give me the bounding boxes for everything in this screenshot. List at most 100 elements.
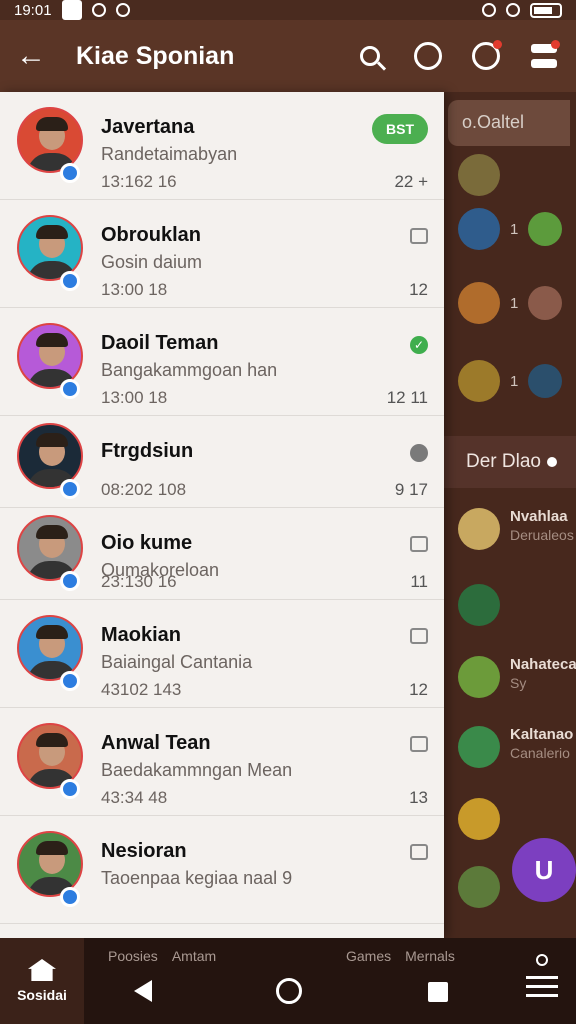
avatar <box>528 286 563 320</box>
unread-count: 12 <box>409 280 428 299</box>
floating-action-button[interactable]: U <box>512 838 576 902</box>
verified-badge-icon <box>60 779 80 799</box>
avatar-hair <box>36 525 68 539</box>
message-icon <box>410 844 428 860</box>
contact-row[interactable]: Maokian Baiaingal Cantania 43102 143 12 <box>0 600 444 708</box>
avatar <box>458 508 500 550</box>
background-row <box>458 154 500 196</box>
contact-row[interactable]: Anwal Tean Baedakammngan Mean 43:34 48 13 <box>0 708 444 816</box>
section-label: Der Dlao <box>466 451 541 472</box>
notification-icon <box>61 0 82 20</box>
contact-preview: Baedakammngan Mean <box>101 760 293 780</box>
avatar-hair <box>36 433 68 447</box>
contact-name: Nesioran <box>101 840 187 862</box>
avatar <box>458 154 500 196</box>
contact-name: Javertana <box>101 116 195 138</box>
contact-list: Javertana Randetaimabyan 13:162 16 BST 22 + … <box>0 92 444 938</box>
contact-row[interactable]: Javertana Randetaimabyan 13:162 16 BST 22 + <box>0 92 444 200</box>
background-section-header: Der Dlao <box>444 436 576 488</box>
verified-badge-icon <box>60 271 80 291</box>
tab-poosies[interactable]: Poosies <box>108 948 158 964</box>
app-icon-2 <box>115 3 130 17</box>
contact-name: Anwal Tean <box>101 732 211 754</box>
avatar <box>458 584 500 626</box>
tab-games[interactable]: Games <box>346 948 391 964</box>
unread-count: 12 11 <box>386 388 428 407</box>
background-item[interactable]: Nahateca Sy <box>458 656 576 698</box>
avatar-hair <box>36 117 68 131</box>
status-bar: 19:01 <box>0 0 576 20</box>
status-button[interactable] <box>412 40 444 72</box>
recents-square-icon <box>428 982 448 1002</box>
contact-name: Oio kume <box>101 532 193 554</box>
avatar <box>458 798 500 840</box>
chat-button[interactable] <box>470 40 502 72</box>
background-search-field[interactable]: o.Oaltel <box>448 100 570 146</box>
back-arrow-icon[interactable]: ← <box>16 39 56 73</box>
background-row <box>458 866 500 908</box>
unread-count: 9 17 <box>394 480 428 499</box>
search-button[interactable] <box>354 40 386 72</box>
contact-row[interactable]: Oio kume Oumakoreloan 23:130 16 11 <box>0 508 444 600</box>
verified-badge-icon <box>60 379 80 399</box>
message-icon <box>410 628 428 644</box>
unread-count: 12 <box>409 680 428 699</box>
contact-row[interactable]: Obrouklan Gosin daium 13:00 18 12 <box>0 200 444 308</box>
location-icon <box>536 954 548 966</box>
recents-button[interactable] <box>428 982 448 1002</box>
item-sub: Derualeos <box>510 527 574 543</box>
status-time: 19:01 <box>14 1 52 19</box>
contact-row[interactable]: Daoil Teman Bangakammgoan han 13:00 18 ✓ 12 … <box>0 308 444 416</box>
contact-time: 13:162 16 <box>101 172 177 191</box>
avatar <box>528 364 563 398</box>
contact-row[interactable]: Nesioran Taoenpaa kegiaa naal 9 <box>0 816 444 924</box>
tab-amtam[interactable]: Amtam <box>172 948 216 964</box>
status-pill[interactable]: BST <box>372 114 428 144</box>
more-button[interactable] <box>528 40 560 72</box>
avatar-hair <box>36 225 68 239</box>
contact-name: Daoil Teman <box>101 332 219 354</box>
back-triangle-icon <box>134 980 152 1002</box>
home-circle-icon <box>276 978 302 1004</box>
contact-time: 13:00 18 <box>101 388 168 407</box>
contact-time: 23:130 16 <box>101 572 177 591</box>
nav-home[interactable]: Sosidai <box>0 938 84 1024</box>
contact-name: Ftrgdsiun <box>101 440 194 462</box>
contact-row[interactable]: Ftrgdsiun 08:202 108 9 17 <box>0 416 444 508</box>
avatar-hair <box>36 841 68 855</box>
tab-mernals[interactable]: Mernals <box>405 948 455 964</box>
home-button[interactable] <box>276 978 302 1004</box>
background-item[interactable]: Kaltanao Canalerio <box>458 726 573 768</box>
avatar <box>458 282 500 324</box>
background-row <box>458 584 500 626</box>
background-list-panel: o.Oaltel 1 1 1 Der Dlao Nvahlaa Derualeos… <box>444 92 576 938</box>
verified-badge-icon <box>60 163 80 183</box>
app-bar: ← Kiae Sponian <box>0 20 576 92</box>
avatar <box>458 656 500 698</box>
contact-name: Maokian <box>101 624 182 646</box>
avatar <box>458 360 500 402</box>
contact-time: 13:00 18 <box>101 280 168 299</box>
avatar <box>528 212 563 246</box>
bottom-navigation: Sosidai Poosies Amtam Games Mernals <box>0 938 576 1024</box>
search-icon <box>360 46 380 66</box>
contact-preview: Baiaingal Cantania <box>101 652 253 672</box>
background-row: 1 <box>458 360 563 402</box>
message-icon <box>410 536 428 552</box>
avatar-hair <box>36 625 68 639</box>
contact-time: 43102 143 <box>101 680 182 699</box>
unread-count: 11 <box>410 572 428 591</box>
verified-badge-icon <box>60 571 80 591</box>
back-button[interactable] <box>134 980 152 1002</box>
item-sub: Sy <box>510 675 527 691</box>
item-name: Nahateca <box>510 656 576 673</box>
contact-preview: Randetaimabyan <box>101 144 238 164</box>
contact-preview: Gosin daium <box>101 252 203 272</box>
verified-badge-icon <box>60 479 80 499</box>
menu-icon <box>526 976 558 997</box>
home-icon <box>28 959 56 981</box>
verified-badge-icon <box>60 671 80 691</box>
item-name: Nvahlaa <box>510 508 568 525</box>
menu-button[interactable] <box>526 954 558 997</box>
background-item[interactable]: Nvahlaa Derualeos <box>458 508 574 550</box>
